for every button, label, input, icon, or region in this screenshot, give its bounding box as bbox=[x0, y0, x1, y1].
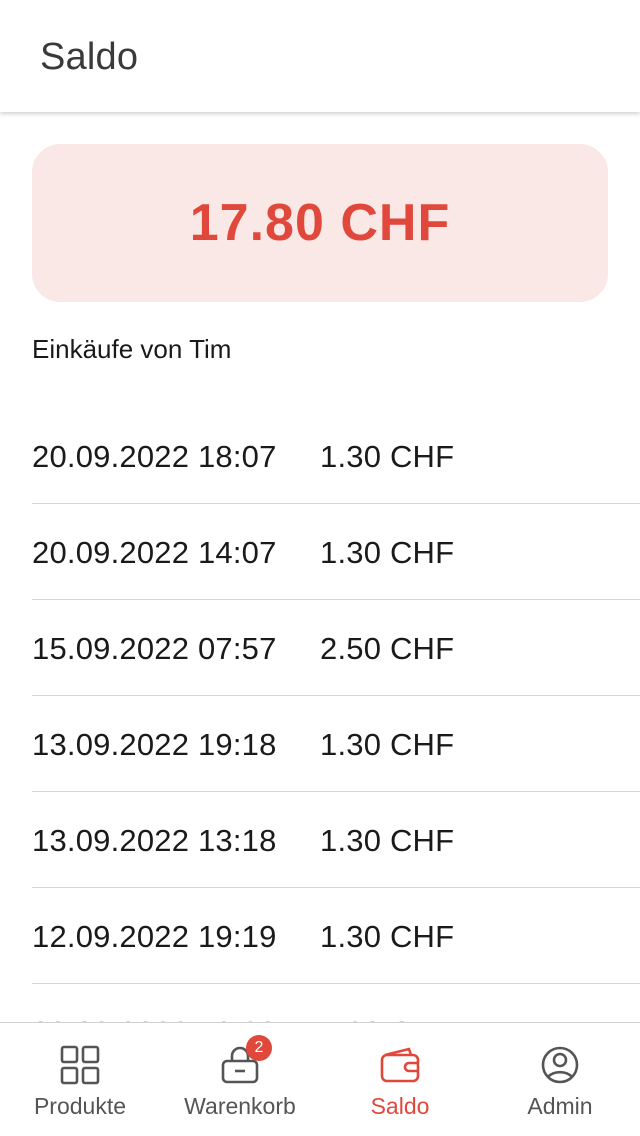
page-title: Saldo bbox=[40, 36, 139, 78]
cart-count-badge: 2 bbox=[246, 1035, 272, 1061]
tab-label: Admin bbox=[527, 1093, 593, 1119]
purchase-amount: 1.30 CHF bbox=[320, 919, 455, 954]
purchase-date: 20.09.2022 18:07 bbox=[32, 439, 277, 474]
tab-label: Produkte bbox=[33, 1093, 127, 1119]
balance-amount: 17.80 CHF bbox=[189, 194, 451, 252]
app-header: Saldo bbox=[0, 0, 640, 112]
purchase-amount: 1.30 CHF bbox=[320, 823, 455, 858]
saldo-screen: Saldo 17.80 CHF Einkäufe von Tim 20.09.2… bbox=[0, 0, 640, 1136]
purchase-row: 20.09.2022 18:07 1.30 CHF bbox=[32, 408, 640, 504]
user-circle-icon bbox=[538, 1043, 582, 1087]
tab-admin[interactable]: Admin bbox=[480, 1023, 640, 1136]
balance-card: 17.80 CHF bbox=[32, 144, 608, 302]
tab-warenkorb[interactable]: 2 Warenkorb bbox=[160, 1023, 320, 1136]
tab-label: Saldo bbox=[370, 1093, 430, 1119]
bottom-tab-bar: Produkte 2 Warenkorb Saldo Admin bbox=[0, 1022, 640, 1136]
purchase-row: 12.09.2022 19:19 1.30 CHF bbox=[32, 888, 640, 984]
cart-icon: 2 bbox=[218, 1035, 272, 1087]
purchase-amount: 2.50 CHF bbox=[320, 631, 455, 666]
purchase-row: 20.09.2022 14:07 1.30 CHF bbox=[32, 504, 640, 600]
tab-saldo[interactable]: Saldo bbox=[320, 1023, 480, 1136]
wallet-icon bbox=[378, 1043, 422, 1087]
grid-icon bbox=[58, 1043, 102, 1087]
purchase-row: 13.09.2022 19:18 1.30 CHF bbox=[32, 696, 640, 792]
purchase-date: 15.09.2022 07:57 bbox=[32, 631, 277, 666]
tab-label: Warenkorb bbox=[184, 1093, 296, 1119]
purchase-date: 12.09.2022 19:19 bbox=[32, 919, 277, 954]
purchase-amount: 1.30 CHF bbox=[320, 535, 455, 570]
purchase-date: 20.09.2022 14:07 bbox=[32, 535, 277, 570]
purchase-list[interactable]: 20.09.2022 18:07 1.30 CHF 20.09.2022 14:… bbox=[0, 408, 640, 1024]
purchase-amount: 1.30 CHF bbox=[320, 727, 455, 762]
tab-produkte[interactable]: Produkte bbox=[0, 1023, 160, 1136]
purchase-amount: 1.30 CHF bbox=[320, 439, 455, 474]
purchase-date: 13.09.2022 13:18 bbox=[32, 823, 277, 858]
purchase-row: 15.09.2022 07:57 2.50 CHF bbox=[32, 600, 640, 696]
purchase-row: 09.09.2022 18:28 1.30 CHF bbox=[32, 984, 640, 1024]
purchase-row: 13.09.2022 13:18 1.30 CHF bbox=[32, 792, 640, 888]
purchases-heading: Einkäufe von Tim bbox=[32, 334, 232, 364]
purchase-date: 13.09.2022 19:18 bbox=[32, 727, 277, 762]
